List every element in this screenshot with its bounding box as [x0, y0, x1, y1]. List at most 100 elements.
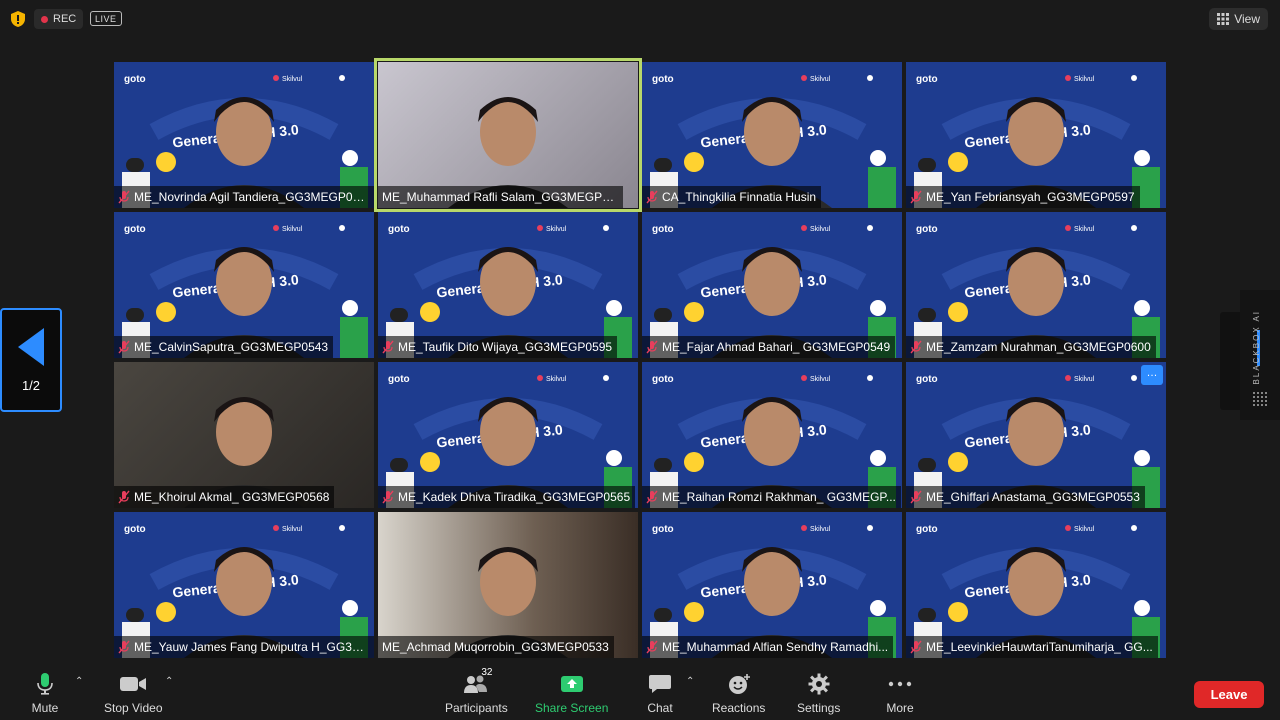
blackbox-logo-icon	[1253, 392, 1267, 406]
participant-name-bar: ME_Kadek Dhiva Tiradika_GG3MEGP0565	[378, 486, 636, 508]
reactions-label: Reactions	[712, 701, 766, 715]
muted-mic-icon	[910, 190, 922, 204]
participant-name-bar: ME_Muhammad Rafli Salam_GG3MEGP0582	[378, 186, 623, 208]
participant-name-bar: ME_Muhammad Alfian Sendhy Ramadhi...	[642, 636, 894, 658]
participant-video-tile[interactable]: gotoSkilvulGenerasi GIGIH 3.0ME_Leevinki…	[906, 512, 1166, 658]
share-screen-button[interactable]: Share Screen	[535, 670, 608, 716]
gallery-grid: gotoSkilvulGenerasi GIGIH 3.0ME_Novrinda…	[114, 58, 1166, 658]
participant-name-bar: ME_Fajar Ahmad Bahari_ GG3MEGP0549	[642, 336, 896, 358]
participant-video-tile[interactable]: gotoSkilvulGenerasi GIGIH 3.0ME_Zamzam N…	[906, 212, 1166, 358]
participant-name: ME_Yan Febriansyah_GG3MEGP0597	[926, 190, 1135, 204]
tile-more-options-icon[interactable]: …	[1141, 365, 1163, 385]
participants-count: 32	[481, 667, 493, 678]
participant-name: ME_Taufik Dito Wijaya_GG3MEGP0595	[398, 340, 613, 354]
gallery-page-nav[interactable]: 1/2	[0, 308, 62, 412]
muted-mic-icon	[382, 340, 394, 354]
participant-name-bar: ME_CalvinSaputra_GG3MEGP0543	[114, 336, 334, 358]
zoom-meeting-window: REC LIVE View 1/2 BLACKBOX AI goto Skilv…	[0, 0, 1280, 720]
participant-name-bar: ME_Achmad Muqorrobin_GG3MEGP0533	[378, 636, 614, 658]
participant-video-tile[interactable]: gotoSkilvulGenerasi GIGIH 3.0…ME_Ghiffar…	[906, 362, 1166, 508]
participant-name: ME_Yauw James Fang Dwiputra H_GG3M...	[134, 640, 369, 654]
view-button[interactable]: View	[1209, 8, 1268, 30]
participant-name-bar: ME_Taufik Dito Wijaya_GG3MEGP0595	[378, 336, 618, 358]
participant-name: ME_Khoirul Akmal_ GG3MEGP0568	[134, 490, 330, 504]
participant-video-tile[interactable]: gotoSkilvulGenerasi GIGIH 3.0ME_Yan Febr…	[906, 62, 1166, 208]
participant-name: ME_Raihan Romzi Rakhman_ GG3MEGP...	[662, 490, 896, 504]
security-shield-icon[interactable]	[10, 10, 26, 28]
participant-video-tile[interactable]: ME_Muhammad Rafli Salam_GG3MEGP0582	[374, 58, 642, 212]
share-screen-label: Share Screen	[535, 701, 609, 715]
participant-video-tile[interactable]: gotoSkilvulGenerasi GIGIH 3.0ME_CalvinSa…	[114, 212, 374, 358]
participant-video-tile[interactable]: gotoSkilvulGenerasi GIGIH 3.0ME_Taufik D…	[378, 212, 638, 358]
chat-label: Chat	[647, 701, 673, 715]
leave-button[interactable]: Leave	[1194, 681, 1264, 708]
grid-view-icon	[1217, 13, 1230, 25]
record-dot-icon	[41, 15, 48, 23]
participant-name-bar: ME_Yan Febriansyah_GG3MEGP0597	[906, 186, 1140, 208]
mute-button[interactable]: Mute	[28, 670, 62, 716]
participant-name: ME_Novrinda Agil Tandiera_GG3MEGP05...	[134, 190, 369, 204]
stop-video-label: Stop Video	[104, 701, 163, 715]
participant-name-bar: ME_LeevinkieHauwtariTanumiharja_ GG...	[906, 636, 1158, 658]
mute-label: Mute	[31, 701, 59, 715]
muted-mic-icon	[118, 640, 130, 654]
settings-label: Settings	[797, 701, 841, 715]
muted-mic-icon	[910, 490, 922, 504]
settings-button[interactable]: Settings	[797, 670, 840, 716]
muted-mic-icon	[646, 490, 658, 504]
participant-video-tile[interactable]: gotoSkilvulGenerasi GIGIH 3.0ME_Fajar Ah…	[642, 212, 902, 358]
muted-mic-icon	[118, 490, 130, 504]
participant-name-bar: ME_Zamzam Nurahman_GG3MEGP0600	[906, 336, 1156, 358]
view-label: View	[1234, 12, 1260, 26]
participant-name-bar: ME_Ghiffari Anastama_GG3MEGP0553	[906, 486, 1145, 508]
participant-video-tile[interactable]: gotoSkilvulGenerasi GIGIH 3.0ME_Muhammad…	[642, 512, 902, 658]
participants-icon: 32	[459, 667, 493, 698]
previous-page-arrow-icon[interactable]	[18, 328, 44, 366]
participant-name-bar: ME_Novrinda Agil Tandiera_GG3MEGP05...	[114, 186, 374, 208]
participant-name: ME_LeevinkieHauwtariTanumiharja_ GG...	[926, 640, 1153, 654]
muted-mic-icon	[646, 640, 658, 654]
participant-name: ME_Achmad Muqorrobin_GG3MEGP0533	[382, 640, 609, 654]
gear-icon	[802, 670, 836, 698]
participant-name: ME_Fajar Ahmad Bahari_ GG3MEGP0549	[662, 340, 891, 354]
more-dots-icon	[883, 670, 917, 698]
muted-mic-icon	[646, 190, 658, 204]
reactions-button[interactable]: Reactions	[712, 670, 765, 716]
participant-video-tile[interactable]: gotoSkilvulGenerasi GIGIH 3.0ME_Yauw Jam…	[114, 512, 374, 658]
participants-button[interactable]: 32 Participants	[445, 667, 508, 716]
chat-options-chevron-icon[interactable]: ⌃	[686, 676, 694, 687]
chat-button[interactable]: Chat	[643, 670, 677, 716]
video-options-chevron-icon[interactable]: ⌃	[165, 676, 173, 687]
blackbox-label: BLACKBOX AI	[1252, 310, 1261, 385]
participant-name: ME_Muhammad Alfian Sendhy Ramadhi...	[662, 640, 889, 654]
blackbox-ai-widget[interactable]: BLACKBOX AI	[1220, 290, 1280, 420]
participant-name-bar: ME_Raihan Romzi Rakhman_ GG3MEGP...	[642, 486, 901, 508]
participant-video-tile[interactable]: ME_Achmad Muqorrobin_GG3MEGP0533	[378, 512, 638, 658]
audio-options-chevron-icon[interactable]: ⌃	[75, 676, 83, 687]
participant-name: ME_Kadek Dhiva Tiradika_GG3MEGP0565	[398, 490, 631, 504]
share-screen-icon	[555, 670, 589, 698]
stop-video-button[interactable]: Stop Video	[104, 670, 163, 716]
participant-video-tile[interactable]: gotoSkilvulGenerasi GIGIH 3.0ME_Novrinda…	[114, 62, 374, 208]
muted-mic-icon	[646, 340, 658, 354]
side-panel-handle[interactable]	[1220, 312, 1240, 410]
participant-video-tile[interactable]: gotoSkilvulGenerasi GIGIH 3.0ME_Kadek Dh…	[378, 362, 638, 508]
participant-video-tile[interactable]: gotoSkilvulGenerasi GIGIH 3.0CA_Thingkil…	[642, 62, 902, 208]
participant-name: ME_CalvinSaputra_GG3MEGP0543	[134, 340, 329, 354]
recording-indicator[interactable]: REC	[34, 9, 84, 29]
top-bar: REC LIVE View	[0, 0, 1280, 38]
video-camera-icon	[116, 670, 150, 698]
page-indicator: 1/2	[21, 378, 41, 393]
chat-bubble-icon	[643, 670, 677, 698]
participant-name-bar: ME_Yauw James Fang Dwiputra H_GG3M...	[114, 636, 374, 658]
meeting-toolbar: Mute ⌃ Stop Video ⌃ 32 Participants Shar…	[0, 666, 1280, 720]
muted-mic-icon	[910, 340, 922, 354]
more-button[interactable]: More	[883, 670, 917, 716]
participant-name-bar: ME_Khoirul Akmal_ GG3MEGP0568	[114, 486, 335, 508]
more-label: More	[886, 701, 914, 715]
participant-name: ME_Zamzam Nurahman_GG3MEGP0600	[926, 340, 1151, 354]
participant-video-tile[interactable]: gotoSkilvulGenerasi GIGIH 3.0ME_Raihan R…	[642, 362, 902, 508]
live-badge[interactable]: LIVE	[90, 11, 122, 26]
rec-label: REC	[53, 13, 77, 25]
participant-video-tile[interactable]: ME_Khoirul Akmal_ GG3MEGP0568	[114, 362, 374, 508]
